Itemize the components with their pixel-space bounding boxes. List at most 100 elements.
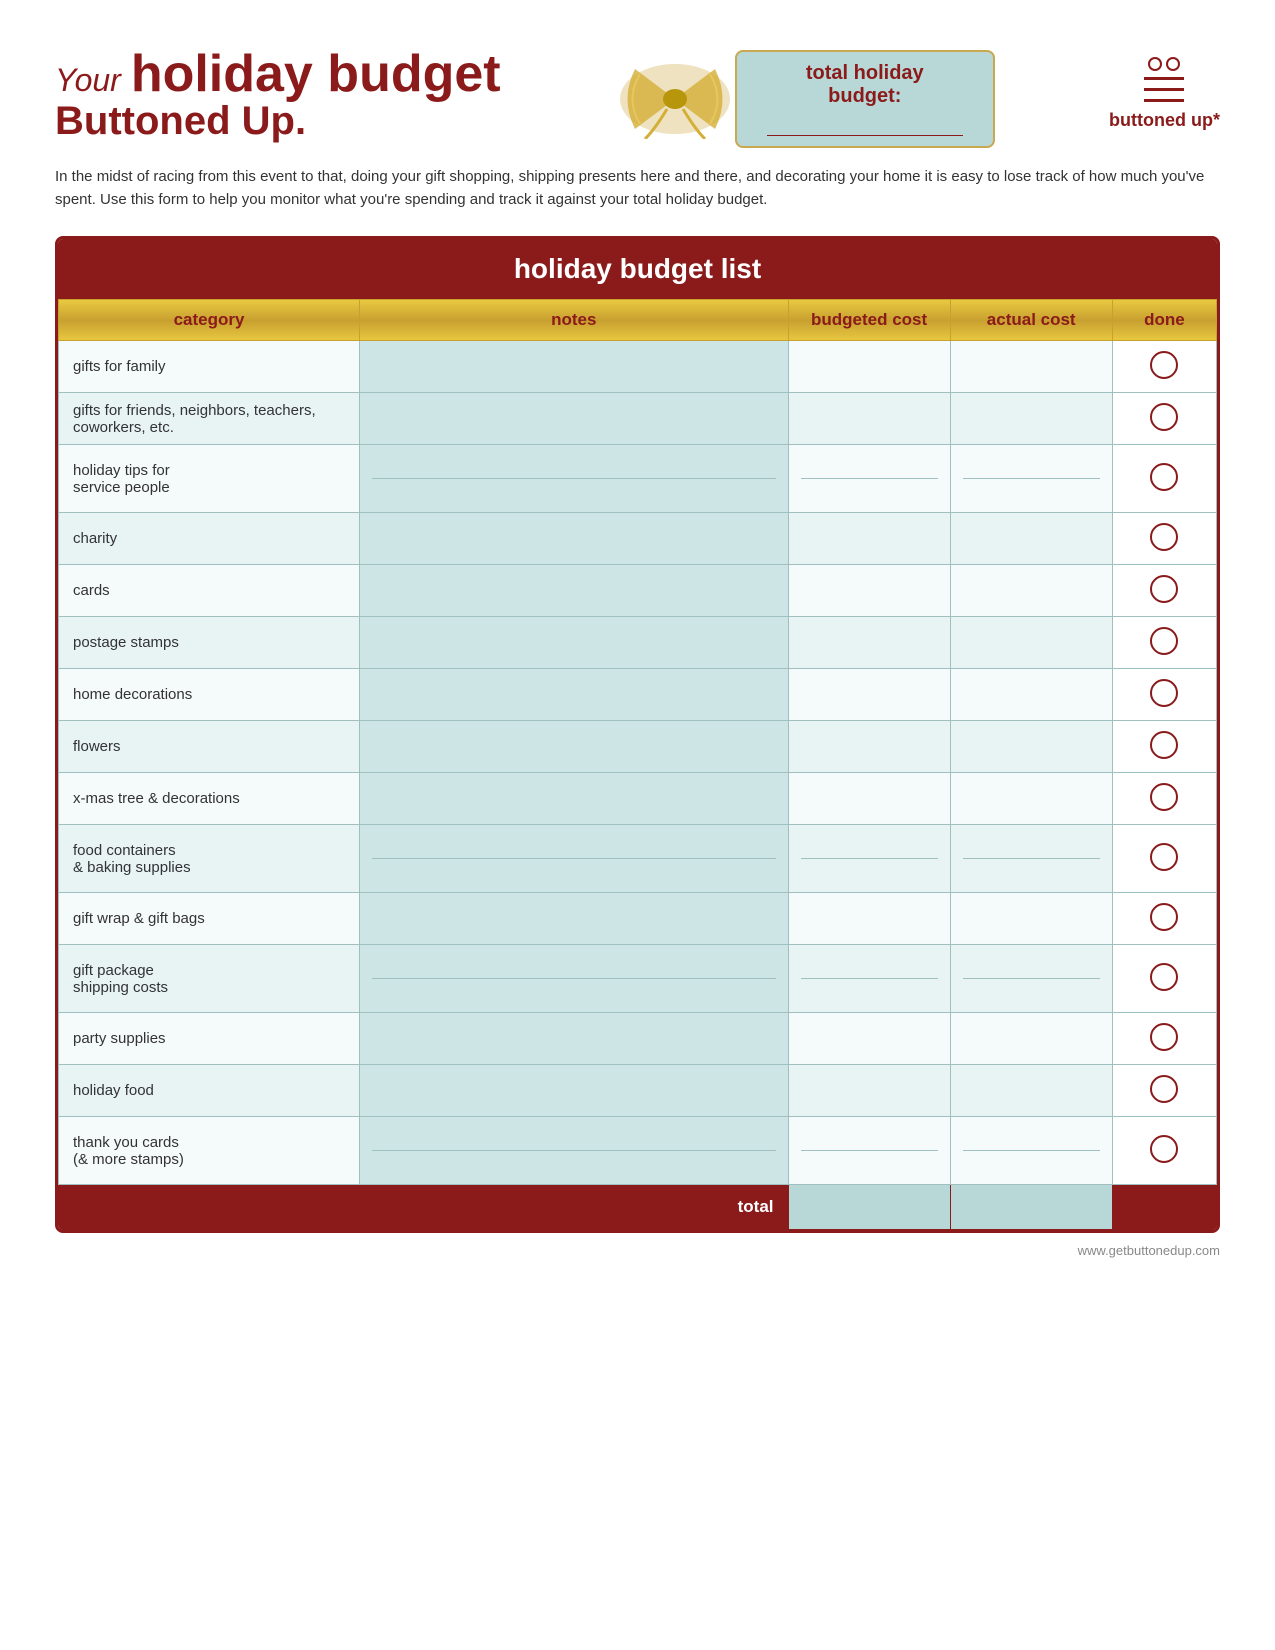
notes-cell[interactable] (360, 1013, 788, 1065)
actual-cost-cell[interactable] (950, 945, 1112, 1013)
notes-cell[interactable] (360, 393, 788, 445)
table-row: thank you cards(& more stamps) (59, 1117, 1217, 1185)
actual-cost-cell[interactable] (950, 445, 1112, 513)
notes-cell[interactable] (360, 721, 788, 773)
done-cell[interactable] (1112, 445, 1216, 513)
budgeted-cost-cell[interactable] (788, 893, 950, 945)
done-circle[interactable] (1150, 523, 1178, 551)
notes-cell[interactable] (360, 565, 788, 617)
done-cell[interactable] (1112, 773, 1216, 825)
total-budget-box[interactable]: total holiday budget: (735, 50, 995, 148)
budgeted-cost-cell[interactable] (788, 1117, 950, 1185)
actual-cost-cell[interactable] (950, 669, 1112, 721)
budgeted-cost-cell[interactable] (788, 565, 950, 617)
done-cell[interactable] (1112, 1013, 1216, 1065)
done-circle[interactable] (1150, 351, 1178, 379)
done-cell[interactable] (1112, 825, 1216, 893)
done-cell[interactable] (1112, 721, 1216, 773)
actual-cost-cell[interactable] (950, 341, 1112, 393)
actual-cost-cell[interactable] (950, 773, 1112, 825)
done-circle[interactable] (1150, 1075, 1178, 1103)
done-circle[interactable] (1150, 731, 1178, 759)
done-circle[interactable] (1150, 1135, 1178, 1163)
notes-cell[interactable] (360, 445, 788, 513)
col-header-notes: notes (360, 300, 788, 341)
category-cell: gifts for friends, neighbors, teachers, … (59, 393, 360, 445)
budgeted-cost-cell[interactable] (788, 341, 950, 393)
logo-text: buttoned up* (1109, 110, 1220, 131)
total-done-cell (1112, 1185, 1216, 1230)
done-circle[interactable] (1150, 403, 1178, 431)
table-row: gift wrap & gift bags (59, 893, 1217, 945)
budgeted-cost-cell[interactable] (788, 1065, 950, 1117)
done-cell[interactable] (1112, 393, 1216, 445)
actual-cost-cell[interactable] (950, 893, 1112, 945)
actual-cost-cell[interactable] (950, 1013, 1112, 1065)
budgeted-cost-cell[interactable] (788, 1013, 950, 1065)
budgeted-cost-cell[interactable] (788, 393, 950, 445)
notes-cell[interactable] (360, 669, 788, 721)
table-title: holiday budget list (58, 239, 1217, 299)
total-budgeted-value[interactable] (788, 1185, 950, 1230)
category-cell: flowers (59, 721, 360, 773)
table-row: postage stamps (59, 617, 1217, 669)
notes-cell[interactable] (360, 513, 788, 565)
budgeted-cost-cell[interactable] (788, 513, 950, 565)
category-cell: party supplies (59, 1013, 360, 1065)
notes-cell[interactable] (360, 945, 788, 1013)
total-actual-value[interactable] (950, 1185, 1112, 1230)
actual-cost-cell[interactable] (950, 1065, 1112, 1117)
actual-cost-cell[interactable] (950, 721, 1112, 773)
brand-name: Buttoned Up. (55, 99, 501, 144)
done-cell[interactable] (1112, 513, 1216, 565)
category-cell: food containers& baking supplies (59, 825, 360, 893)
actual-cost-cell[interactable] (950, 513, 1112, 565)
table-row: x-mas tree & decorations (59, 773, 1217, 825)
notes-cell[interactable] (360, 617, 788, 669)
done-cell[interactable] (1112, 341, 1216, 393)
notes-cell[interactable] (360, 1065, 788, 1117)
footer-url: www.getbuttonedup.com (1078, 1243, 1220, 1258)
budgeted-cost-cell[interactable] (788, 445, 950, 513)
done-cell[interactable] (1112, 565, 1216, 617)
category-cell: gift packageshipping costs (59, 945, 360, 1013)
done-circle[interactable] (1150, 463, 1178, 491)
done-circle[interactable] (1150, 575, 1178, 603)
notes-cell[interactable] (360, 1117, 788, 1185)
actual-cost-cell[interactable] (950, 1117, 1112, 1185)
done-cell[interactable] (1112, 945, 1216, 1013)
done-cell[interactable] (1112, 1065, 1216, 1117)
category-cell: postage stamps (59, 617, 360, 669)
table-row: charity (59, 513, 1217, 565)
done-cell[interactable] (1112, 893, 1216, 945)
table-header-row: category notes budgeted cost actual cost… (59, 300, 1217, 341)
done-circle[interactable] (1150, 843, 1178, 871)
notes-cell[interactable] (360, 893, 788, 945)
budgeted-cost-cell[interactable] (788, 721, 950, 773)
actual-cost-cell[interactable] (950, 393, 1112, 445)
budgeted-cost-cell[interactable] (788, 773, 950, 825)
budgeted-cost-cell[interactable] (788, 945, 950, 1013)
budgeted-cost-cell[interactable] (788, 825, 950, 893)
notes-cell[interactable] (360, 773, 788, 825)
done-cell[interactable] (1112, 617, 1216, 669)
done-circle[interactable] (1150, 1023, 1178, 1051)
done-cell[interactable] (1112, 669, 1216, 721)
done-circle[interactable] (1150, 679, 1178, 707)
notes-cell[interactable] (360, 825, 788, 893)
budgeted-cost-cell[interactable] (788, 669, 950, 721)
actual-cost-cell[interactable] (950, 617, 1112, 669)
table-row: gifts for friends, neighbors, teachers, … (59, 393, 1217, 445)
done-circle[interactable] (1150, 903, 1178, 931)
notes-cell[interactable] (360, 341, 788, 393)
done-circle[interactable] (1150, 783, 1178, 811)
done-circle[interactable] (1150, 963, 1178, 991)
actual-cost-cell[interactable] (950, 825, 1112, 893)
done-circle[interactable] (1150, 627, 1178, 655)
bow-budget-area: total holiday budget: (615, 50, 995, 148)
category-cell: charity (59, 513, 360, 565)
category-cell: gifts for family (59, 341, 360, 393)
budgeted-cost-cell[interactable] (788, 617, 950, 669)
done-cell[interactable] (1112, 1117, 1216, 1185)
actual-cost-cell[interactable] (950, 565, 1112, 617)
